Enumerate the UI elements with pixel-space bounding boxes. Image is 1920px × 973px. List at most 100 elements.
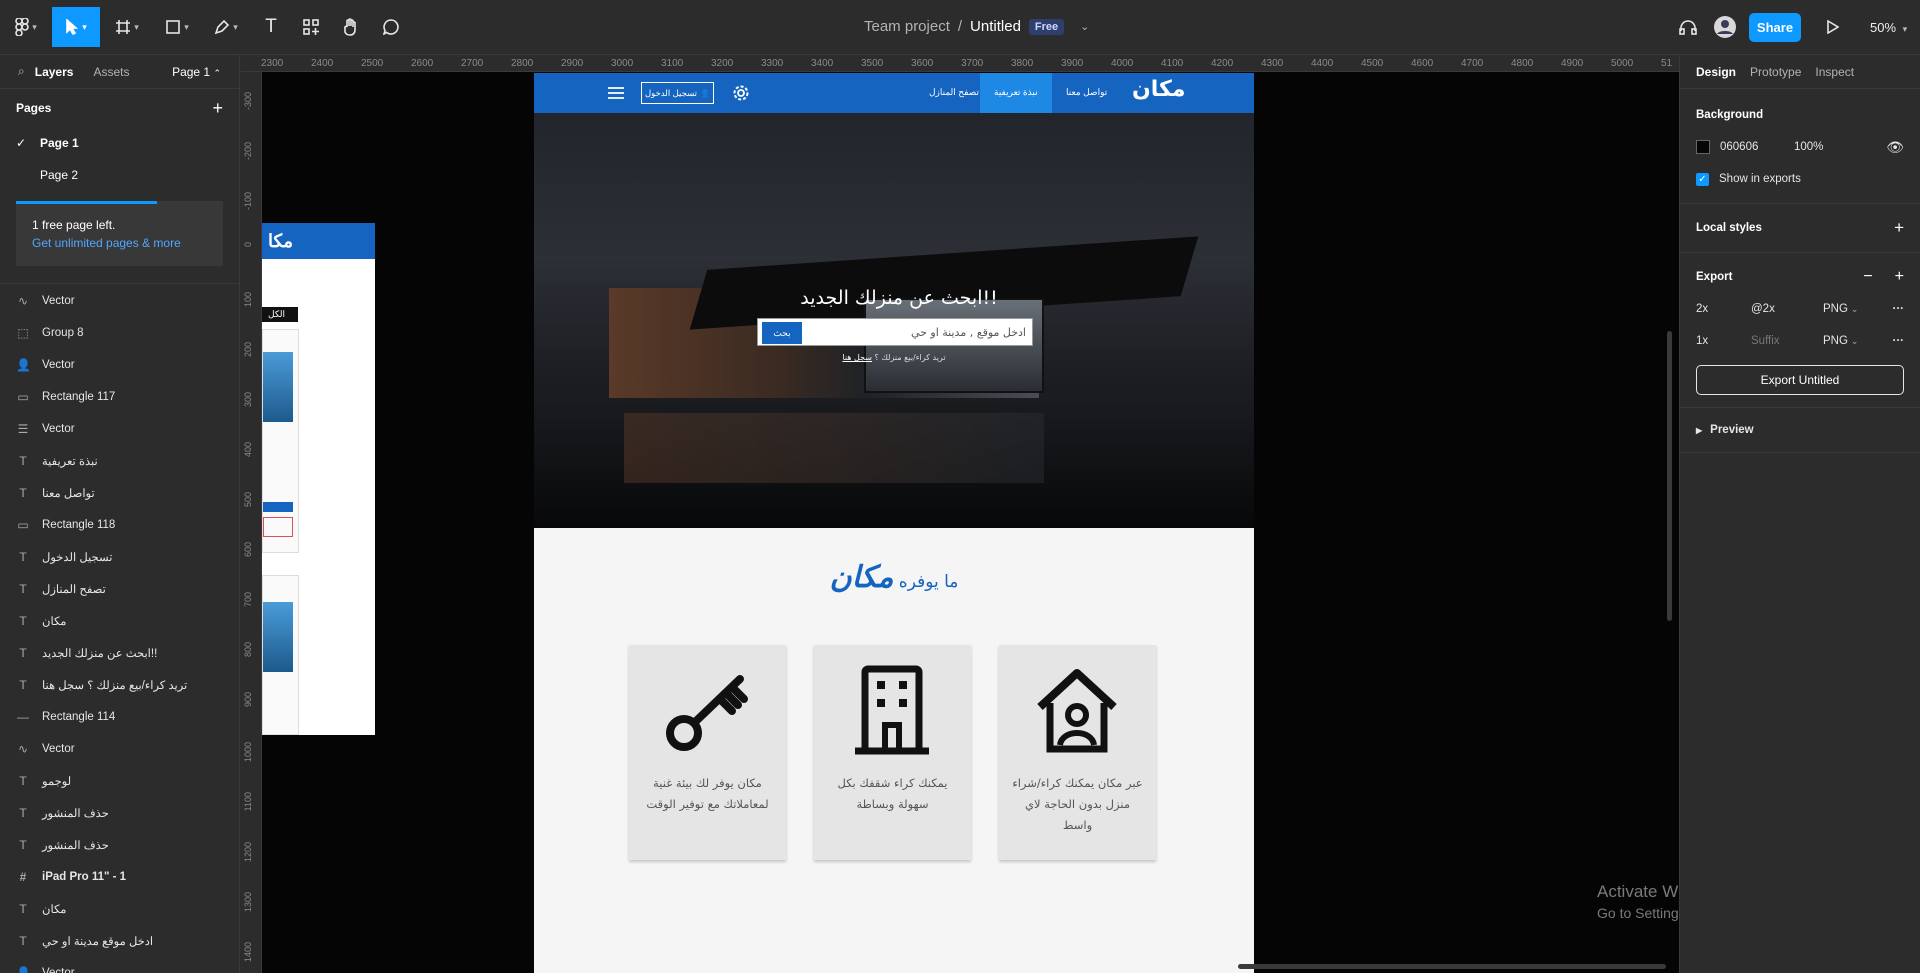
export-row: 1x Suffix PNG ⌄ ··· [1696, 325, 1904, 357]
layer-item[interactable]: ▭ Rectangle 117 [0, 381, 239, 413]
layer-item[interactable]: T مكان [0, 893, 239, 925]
register-link[interactable]: سجل هنا [842, 353, 872, 362]
layer-item[interactable]: T تصفح المنازل [0, 573, 239, 605]
page-item-1[interactable]: ✓ Page 1 [0, 127, 239, 159]
gear-icon[interactable] [732, 84, 750, 102]
show-in-exports-row[interactable]: ✓ Show in exports [1696, 163, 1904, 195]
layer-item[interactable]: 👤 Vector [0, 349, 239, 381]
resources-tool-button[interactable] [294, 7, 328, 47]
export-scale[interactable]: 1x [1696, 335, 1751, 347]
layer-name: Vector [42, 967, 75, 973]
show-in-exports-checkbox[interactable]: ✓ [1696, 172, 1709, 186]
preview-section: ▶ Preview [1680, 408, 1920, 453]
add-export-icon[interactable]: + [1895, 268, 1904, 286]
upgrade-link[interactable]: Get unlimited pages & more [32, 236, 207, 250]
frame-tool-button[interactable]: ▾ [108, 7, 146, 47]
audio-button[interactable] [1674, 7, 1702, 47]
layer-item[interactable]: ⬚ Group 8 [0, 317, 239, 349]
background-hex[interactable]: 060606 [1720, 141, 1794, 153]
text-icon: T [19, 550, 27, 564]
page-selector[interactable]: Page 1 ⌃ [172, 65, 221, 79]
main-menu-button[interactable]: ▾ [6, 7, 46, 47]
more-options-icon[interactable]: ··· [1893, 303, 1905, 315]
layer-item[interactable]: ∿ Vector [0, 733, 239, 765]
layer-item[interactable]: T تواصل معنا [0, 477, 239, 509]
nav-browse[interactable]: تصفح المنازل [929, 87, 979, 98]
eye-icon[interactable]: 👁 [1886, 139, 1904, 156]
hand-tool-button[interactable] [334, 7, 368, 47]
canvas[interactable]: 2300 2400 2500 2600 2700 2800 2900 3000 3100 3200… [241, 55, 1679, 973]
shape-tool-button[interactable]: ▾ [158, 7, 196, 47]
layer-item[interactable]: # iPad Pro 11" - 1 [0, 861, 239, 893]
feature-text: عبر مكان يمكنك كراء/شراء منزل بدون الحاج… [1012, 776, 1143, 832]
add-style-icon[interactable]: + [1894, 218, 1904, 238]
move-tool-button[interactable]: ▾ [52, 7, 100, 47]
file-name[interactable]: Untitled [970, 18, 1021, 35]
more-options-icon[interactable]: ··· [1893, 335, 1905, 347]
export-format[interactable]: PNG [1823, 335, 1848, 347]
secondary-frame[interactable]: مكا الكل [262, 223, 375, 735]
ruler-tick-label: 900 [243, 692, 253, 708]
pen-tool-button[interactable]: ▾ [207, 7, 245, 47]
login-button[interactable]: تسجيل الدخول 👤 [641, 82, 714, 104]
search-icon[interactable]: ⌕ [18, 64, 25, 79]
nav-contact[interactable]: تواصل معنا [1066, 87, 1107, 98]
house-person-icon [1037, 669, 1117, 753]
background-opacity[interactable]: 100% [1794, 141, 1823, 153]
preview-toggle[interactable]: ▶ Preview [1696, 414, 1904, 446]
color-swatch[interactable] [1696, 140, 1710, 154]
export-button[interactable]: Export Untitled [1696, 365, 1904, 395]
avatar[interactable] [1710, 7, 1740, 47]
tab-layers[interactable]: Layers [35, 65, 74, 79]
layer-item[interactable]: ∿ Vector [0, 285, 239, 317]
vertical-scrollbar[interactable] [1667, 331, 1672, 621]
layer-item[interactable]: ▭ Rectangle 118 [0, 509, 239, 541]
export-scale[interactable]: 2x [1696, 303, 1751, 315]
search-box[interactable]: ادخل موقع , مدينة او حي بحث [757, 318, 1033, 346]
tab-assets[interactable]: Assets [93, 65, 129, 79]
ruler-tick-label: 4900 [1561, 58, 1584, 69]
present-button[interactable] [1820, 7, 1846, 47]
remove-export-icon[interactable]: − [1863, 268, 1872, 286]
layer-item[interactable]: T حذف المنشور [0, 797, 239, 829]
ruler-tick-label: 1400 [243, 942, 253, 963]
nav-about[interactable]: نبذة تعريفية [980, 73, 1052, 113]
tab-inspect[interactable]: Inspect [1815, 65, 1854, 79]
layer-item[interactable]: ☰ Vector [0, 413, 239, 445]
export-suffix[interactable]: @2x [1751, 303, 1823, 315]
layer-item[interactable]: T لوجمو [0, 765, 239, 797]
layer-name: ادخل موقع مدينة او حي [42, 936, 154, 948]
page-item-2[interactable]: Page 2 [0, 159, 239, 191]
horizontal-scrollbar[interactable] [1238, 964, 1666, 969]
team-link[interactable]: Team project [864, 18, 950, 35]
layer-item[interactable]: T تريد كراء/بيع منزلك ؟ سجل هنا [0, 669, 239, 701]
share-button[interactable]: Share [1749, 13, 1801, 42]
chevron-down-icon[interactable]: ⌄ [1080, 20, 1089, 33]
tab-prototype[interactable]: Prototype [1750, 65, 1801, 79]
tab-design[interactable]: Design [1696, 65, 1736, 79]
layer-item[interactable]: — Rectangle 114 [0, 701, 239, 733]
zoom-dropdown[interactable]: 50% ▾ [1870, 20, 1907, 35]
ruler-tick-label: 1200 [243, 842, 253, 863]
add-page-icon[interactable]: + [212, 98, 223, 119]
layer-item[interactable]: T نبذة تعريفية [0, 445, 239, 477]
layer-item[interactable]: T ابحث عن منزلك الجديد!! [0, 637, 239, 669]
export-format[interactable]: PNG [1823, 303, 1848, 315]
text-tool-button[interactable]: T [254, 7, 288, 47]
hamburger-menu-icon[interactable] [608, 87, 624, 99]
layer-item[interactable]: T حذف المنشور [0, 829, 239, 861]
layer-item[interactable]: T تسجيل الدخول [0, 541, 239, 573]
comment-tool-button[interactable] [374, 7, 408, 47]
search-button[interactable]: بحث [762, 322, 802, 344]
layer-item[interactable]: T مكان [0, 605, 239, 637]
layers-panel: ⌕ Layers Assets Page 1 ⌃ Pages + ✓ Page 1… [0, 55, 240, 973]
text-icon: T [19, 806, 27, 820]
main-frame[interactable]: مكان تواصل معنا نبذة تعريفية تصفح المناز… [534, 73, 1254, 973]
text-icon: T [19, 934, 27, 948]
export-suffix[interactable]: Suffix [1751, 335, 1823, 347]
layer-item[interactable]: 👤 Vector [0, 957, 239, 973]
headphones-icon [1679, 20, 1697, 35]
layer-name: تواصل معنا [42, 488, 95, 500]
layer-item[interactable]: T ادخل موقع مدينة او حي [0, 925, 239, 957]
comment-icon [383, 19, 399, 35]
